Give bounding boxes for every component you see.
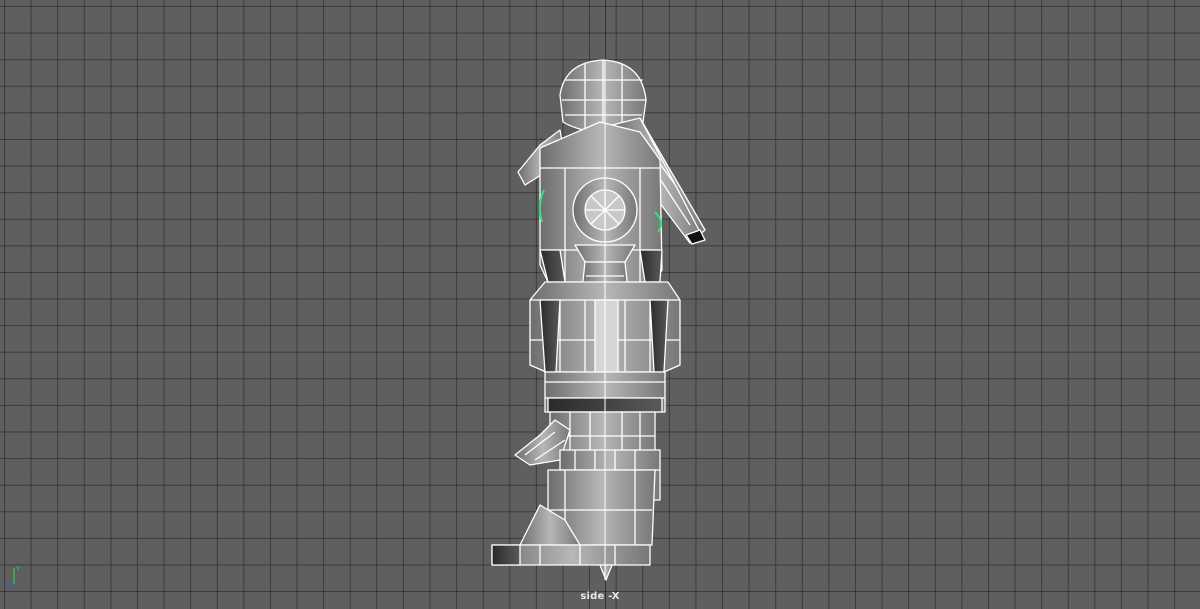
camera-view-label: side -X [580,591,620,602]
axis-gizmo-icon: Y [5,565,21,585]
axis-y-label: Y [15,565,21,573]
robot-mesh-wireframe[interactable] [0,0,1200,609]
side-viewport[interactable]: Y side -X [0,0,1200,609]
